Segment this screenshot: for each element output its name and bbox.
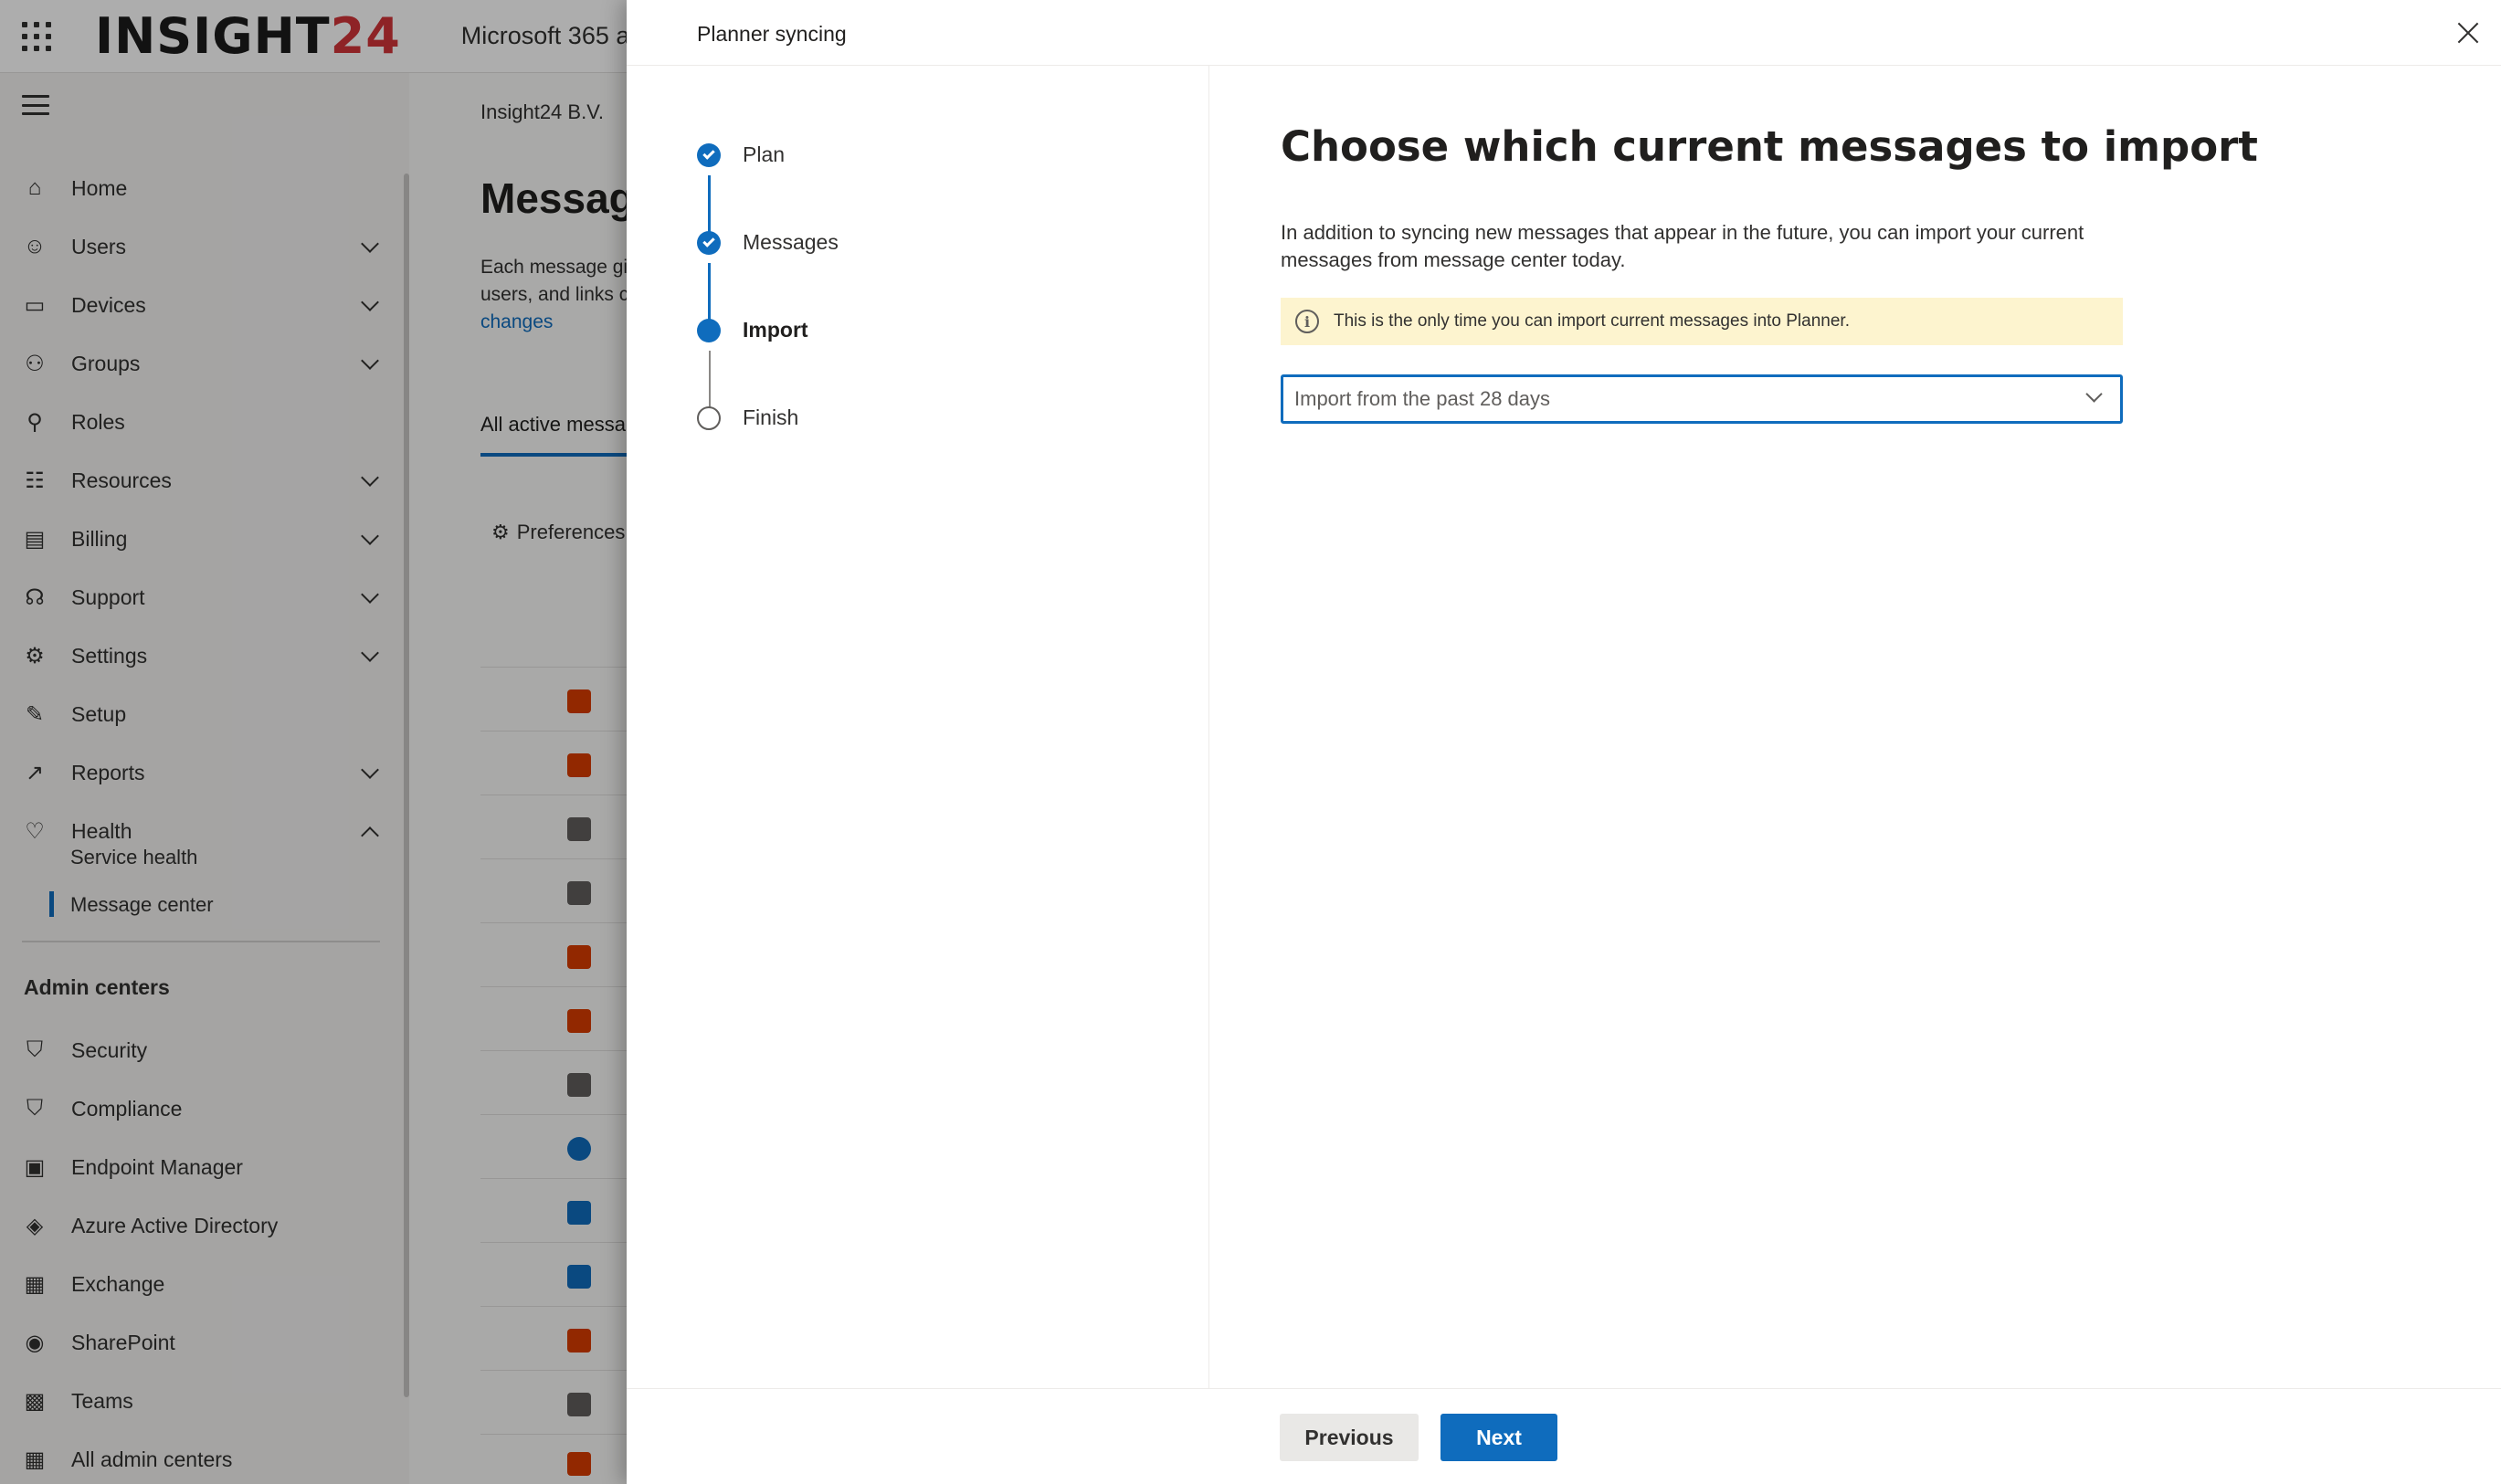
previous-button[interactable]: Previous <box>1280 1414 1419 1461</box>
panel-footer: Previous Next <box>627 1388 2501 1484</box>
checkmark-icon <box>697 230 721 255</box>
checkmark-icon <box>697 142 721 167</box>
wizard-stepper: Plan Messages Import Finish <box>627 66 1209 1388</box>
info-icon: i <box>1295 310 1319 333</box>
close-icon[interactable] <box>2452 16 2485 49</box>
dropdown-selected-value: Import from the past 28 days <box>1294 387 1551 410</box>
pending-step-icon <box>697 405 721 430</box>
chevron-down-icon <box>2085 385 2103 403</box>
import-range-dropdown[interactable]: Import from the past 28 days <box>1281 374 2123 424</box>
panel-title: Planner syncing <box>697 22 847 46</box>
step-import: Import <box>697 318 808 342</box>
modal-overlay[interactable] <box>0 0 627 1484</box>
planner-syncing-panel: Planner syncing Plan Messages Import Fin… <box>627 0 2501 1484</box>
content-description: In addition to syncing new messages that… <box>1281 221 2084 271</box>
current-step-icon <box>697 318 721 342</box>
step-messages: Messages <box>697 230 839 255</box>
info-message-bar: i This is the only time you can import c… <box>1281 298 2123 345</box>
panel-header: Planner syncing <box>627 0 2501 66</box>
step-plan: Plan <box>697 142 785 167</box>
step-finish: Finish <box>697 405 798 430</box>
content-heading: Choose which current messages to import <box>1281 122 2258 171</box>
next-button[interactable]: Next <box>1440 1414 1557 1461</box>
